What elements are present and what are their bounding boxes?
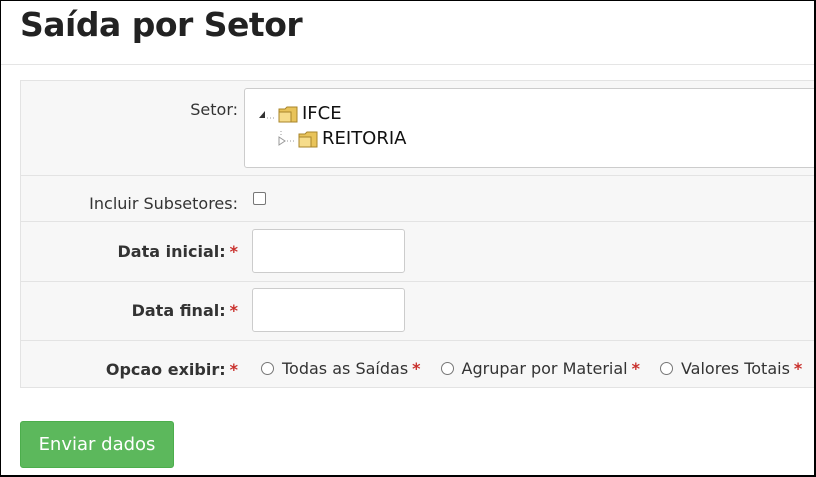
page-title: Saída por Setor xyxy=(20,5,303,44)
incluir-subsetores-label: Incluir Subsetores: xyxy=(89,194,238,213)
folder-icon xyxy=(277,104,299,124)
required-mark: * xyxy=(412,359,421,378)
data-inicial-row: Data inicial: * xyxy=(21,222,814,282)
required-mark: * xyxy=(229,301,238,320)
incluir-subsetores-row: Incluir Subsetores: xyxy=(21,176,814,222)
setor-tree[interactable]: IFCE REITORIA xyxy=(244,88,814,168)
data-inicial-label: Data inicial: * xyxy=(117,242,238,261)
tree-node-ifce[interactable]: IFCE xyxy=(257,103,342,124)
data-inicial-input[interactable] xyxy=(252,229,405,273)
opcao-exibir-radio-group: Todas as Saídas * Agrupar por Material * V… xyxy=(261,359,814,378)
data-final-input[interactable] xyxy=(252,288,405,332)
radio-option-label: Todas as Saídas * xyxy=(282,359,421,378)
required-mark: * xyxy=(229,360,238,379)
setor-row: Setor: IFCE REITORIA xyxy=(21,81,814,176)
radio-option-agrupar-material[interactable]: Agrupar por Material * xyxy=(440,359,640,378)
submit-button[interactable]: Enviar dados xyxy=(20,421,174,468)
tree-collapse-icon[interactable] xyxy=(257,106,277,122)
tree-node-label: REITORIA xyxy=(322,128,407,149)
tree-expand-icon[interactable] xyxy=(277,130,297,147)
required-mark: * xyxy=(229,242,238,261)
required-mark: * xyxy=(793,359,803,378)
opcao-exibir-row: Opcao exibir: * Todas as Saídas * Agrupar … xyxy=(21,341,814,389)
radio-valores-totais[interactable] xyxy=(659,362,673,375)
tree-node-label: IFCE xyxy=(302,103,342,124)
tree-node-reitoria[interactable]: REITORIA xyxy=(277,128,406,149)
radio-option-valores-totais[interactable]: Valores Totais * xyxy=(659,359,803,378)
incluir-subsetores-checkbox[interactable] xyxy=(253,192,266,205)
required-mark: * xyxy=(631,359,640,378)
folder-icon xyxy=(297,129,319,149)
title-divider xyxy=(1,64,814,65)
radio-option-label: Valores Totais * xyxy=(680,359,803,378)
radio-todas-saidas[interactable] xyxy=(261,362,274,375)
page-frame: Saída por Setor Setor: IFCE REITORIA Inc… xyxy=(0,0,816,477)
filter-form: Setor: IFCE REITORIA Incluir Subsetores:… xyxy=(20,80,814,389)
radio-option-label: Agrupar por Material * xyxy=(461,359,640,378)
data-final-label: Data final: * xyxy=(131,301,238,320)
opcao-exibir-label: Opcao exibir: * xyxy=(105,360,238,379)
data-final-row: Data final: * xyxy=(21,282,814,341)
radio-option-todas-saidas[interactable]: Todas as Saídas * xyxy=(261,359,421,378)
setor-label: Setor: xyxy=(190,100,238,119)
radio-agrupar-material[interactable] xyxy=(440,362,454,375)
